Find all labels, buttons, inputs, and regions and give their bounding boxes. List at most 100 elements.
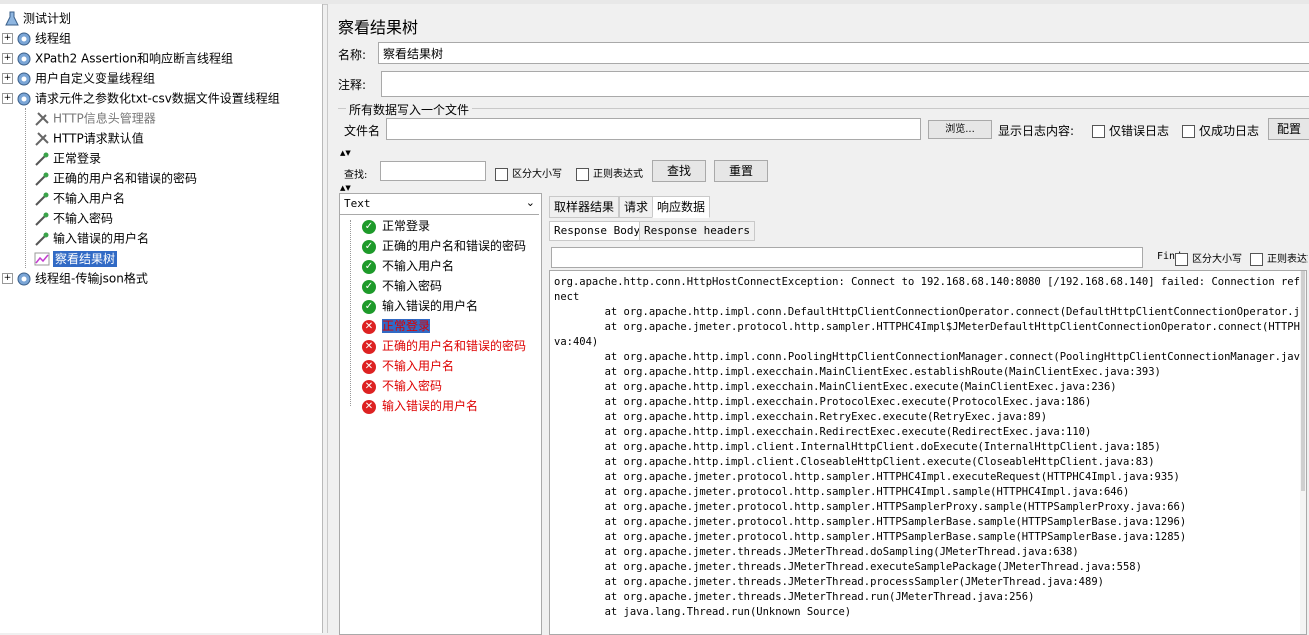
tree-item-label: 用户自定义变量线程组 bbox=[35, 71, 156, 86]
wrench-icon bbox=[34, 111, 50, 127]
chart-icon bbox=[34, 251, 50, 267]
result-item[interactable]: ✓ 正常登录 bbox=[362, 216, 430, 236]
search-case-label: 区分大小写 bbox=[512, 169, 562, 180]
result-item[interactable]: ✓ 不输入用户名 bbox=[362, 256, 454, 276]
expand-icon[interactable]: + bbox=[2, 73, 13, 84]
filename-label: 文件名 bbox=[344, 124, 381, 138]
gear-icon bbox=[16, 271, 32, 287]
errors-only-box[interactable] bbox=[1092, 125, 1105, 138]
tree-item-label: 输入错误的用户名 bbox=[53, 231, 150, 246]
expand-icon[interactable]: + bbox=[2, 273, 13, 284]
gear-icon bbox=[16, 71, 32, 87]
find-case-checkbox[interactable]: 区分大小写 bbox=[1175, 250, 1242, 266]
gear-icon bbox=[16, 31, 32, 47]
result-item-label: 不输入用户名 bbox=[382, 359, 455, 373]
result-item[interactable]: ✕ 不输入用户名 bbox=[362, 356, 454, 376]
response-body-text[interactable]: org.apache.http.conn.HttpHostConnectExce… bbox=[549, 270, 1307, 635]
success-shield-icon: ✓ bbox=[362, 299, 376, 314]
subtab-response-body[interactable]: Response Body bbox=[549, 221, 646, 241]
find-case-box[interactable] bbox=[1175, 252, 1188, 266]
search-case-box[interactable] bbox=[495, 167, 508, 181]
tab-response-data[interactable]: 响应数据 bbox=[652, 196, 711, 218]
tab-sampler-result[interactable]: 取样器结果 bbox=[549, 196, 620, 218]
browse-button[interactable]: 浏览... bbox=[928, 120, 992, 139]
find-regex-label: 正则表达式 bbox=[1267, 254, 1308, 265]
errors-only-checkbox[interactable]: 仅错误日志 bbox=[1092, 122, 1169, 139]
success-shield-icon: ✓ bbox=[362, 219, 376, 234]
chevron-down-icon: ⌄ bbox=[525, 196, 535, 209]
result-item[interactable]: ✕ 正常登录 bbox=[362, 316, 431, 336]
success-only-label: 仅成功日志 bbox=[1199, 124, 1260, 138]
tree-item-label: 不输入用户名 bbox=[53, 191, 126, 206]
tree-item[interactable]: + 线程组 bbox=[2, 28, 71, 48]
result-item[interactable]: ✓ 正确的用户名和错误的密码 bbox=[362, 236, 526, 256]
result-item[interactable]: ✕ 不输入密码 bbox=[362, 376, 442, 396]
pipette-icon bbox=[34, 231, 50, 247]
gear-icon bbox=[16, 91, 32, 107]
name-field[interactable]: 察看结果树 bbox=[378, 42, 1309, 64]
filename-field[interactable] bbox=[386, 118, 921, 140]
result-item[interactable]: ✕ 输入错误的用户名 bbox=[362, 396, 478, 416]
search-case-checkbox[interactable]: 区分大小写 bbox=[495, 165, 562, 181]
success-only-box[interactable] bbox=[1182, 125, 1195, 138]
tree-item-label: XPath2 Assertion和响应断言线程组 bbox=[35, 51, 234, 66]
test-plan-tree: 测试计划 + 线程组 + XPath2 Assertion和响应断言线程组 + 用户自定义变… bbox=[0, 4, 323, 633]
tab-request[interactable]: 请求 bbox=[619, 196, 654, 218]
result-item-label: 正常登录 bbox=[382, 219, 431, 233]
result-item-label: 正常登录 bbox=[382, 319, 431, 333]
search-input[interactable] bbox=[380, 161, 486, 181]
renderer-select[interactable]: Text ⌄ bbox=[340, 194, 539, 215]
result-item[interactable]: ✓ 输入错误的用户名 bbox=[362, 296, 478, 316]
tree-item[interactable]: HTTP信息头管理器 bbox=[34, 108, 156, 128]
tree-item[interactable]: + 请求元件之参数化txt-csv数据文件设置线程组 bbox=[2, 88, 280, 108]
wrench-icon bbox=[34, 131, 50, 147]
log-content-label: 显示日志内容: bbox=[998, 124, 1075, 138]
search-regex-box[interactable] bbox=[576, 167, 589, 181]
expand-icon[interactable]: + bbox=[2, 93, 13, 104]
expand-icon[interactable]: + bbox=[2, 33, 13, 44]
tree-item-label: 线程组 bbox=[35, 31, 72, 46]
pipette-icon bbox=[34, 211, 50, 227]
subtab-response-headers[interactable]: Response headers bbox=[639, 221, 755, 241]
result-item-label: 正确的用户名和错误的密码 bbox=[382, 339, 527, 353]
find-case-label: 区分大小写 bbox=[1192, 254, 1242, 265]
success-only-checkbox[interactable]: 仅成功日志 bbox=[1182, 122, 1259, 139]
tree-item-label: 不输入密码 bbox=[53, 211, 114, 226]
search-regex-checkbox[interactable]: 正则表达式 bbox=[576, 165, 643, 181]
scrollbar-thumb[interactable] bbox=[1301, 271, 1305, 491]
tree-item[interactable]: 正确的用户名和错误的密码 bbox=[34, 168, 197, 188]
configure-button[interactable]: 配置 bbox=[1268, 118, 1309, 140]
response-body-content: org.apache.http.conn.HttpHostConnectExce… bbox=[554, 276, 1307, 618]
error-shield-icon: ✕ bbox=[362, 359, 376, 374]
tree-item[interactable]: HTTP请求默认值 bbox=[34, 128, 144, 148]
tree-item-label: 请求元件之参数化txt-csv数据文件设置线程组 bbox=[35, 91, 280, 106]
comment-field[interactable] bbox=[381, 71, 1309, 97]
name-label: 名称: bbox=[338, 48, 367, 62]
tree-item[interactable]: 察看结果树 bbox=[34, 248, 118, 268]
success-shield-icon: ✓ bbox=[362, 239, 376, 254]
splitter-arrows-icon-2[interactable]: ▲▼ bbox=[340, 184, 351, 192]
errors-only-label: 仅错误日志 bbox=[1109, 124, 1170, 138]
find-regex-checkbox[interactable]: 正则表达式 bbox=[1250, 250, 1308, 266]
tree-item[interactable]: + 用户自定义变量线程组 bbox=[2, 68, 155, 88]
tree-item[interactable]: + XPath2 Assertion和响应断言线程组 bbox=[2, 48, 233, 68]
error-shield-icon: ✕ bbox=[362, 319, 376, 334]
splitter-arrows-icon[interactable]: ▲▼ bbox=[340, 149, 351, 157]
pipette-icon bbox=[34, 151, 50, 167]
find-input[interactable] bbox=[551, 247, 1143, 268]
tree-item[interactable]: 输入错误的用户名 bbox=[34, 228, 149, 248]
tree-item-label: 正确的用户名和错误的密码 bbox=[53, 171, 198, 186]
result-item[interactable]: ✓ 不输入密码 bbox=[362, 276, 442, 296]
vertical-scrollbar[interactable] bbox=[1300, 271, 1306, 634]
result-item[interactable]: ✕ 正确的用户名和错误的密码 bbox=[362, 336, 526, 356]
reset-button[interactable]: 重置 bbox=[714, 160, 768, 182]
pipette-icon bbox=[34, 191, 50, 207]
tree-item[interactable]: 正常登录 bbox=[34, 148, 101, 168]
tree-item[interactable]: 不输入密码 bbox=[34, 208, 113, 228]
tree-item[interactable]: 不输入用户名 bbox=[34, 188, 125, 208]
expand-icon[interactable]: + bbox=[2, 53, 13, 64]
tree-item[interactable]: + 线程组-传输json格式 bbox=[2, 268, 148, 288]
find-button[interactable]: 查找 bbox=[652, 160, 706, 182]
find-regex-box[interactable] bbox=[1250, 252, 1263, 266]
tree-item[interactable]: 测试计划 bbox=[2, 8, 71, 28]
